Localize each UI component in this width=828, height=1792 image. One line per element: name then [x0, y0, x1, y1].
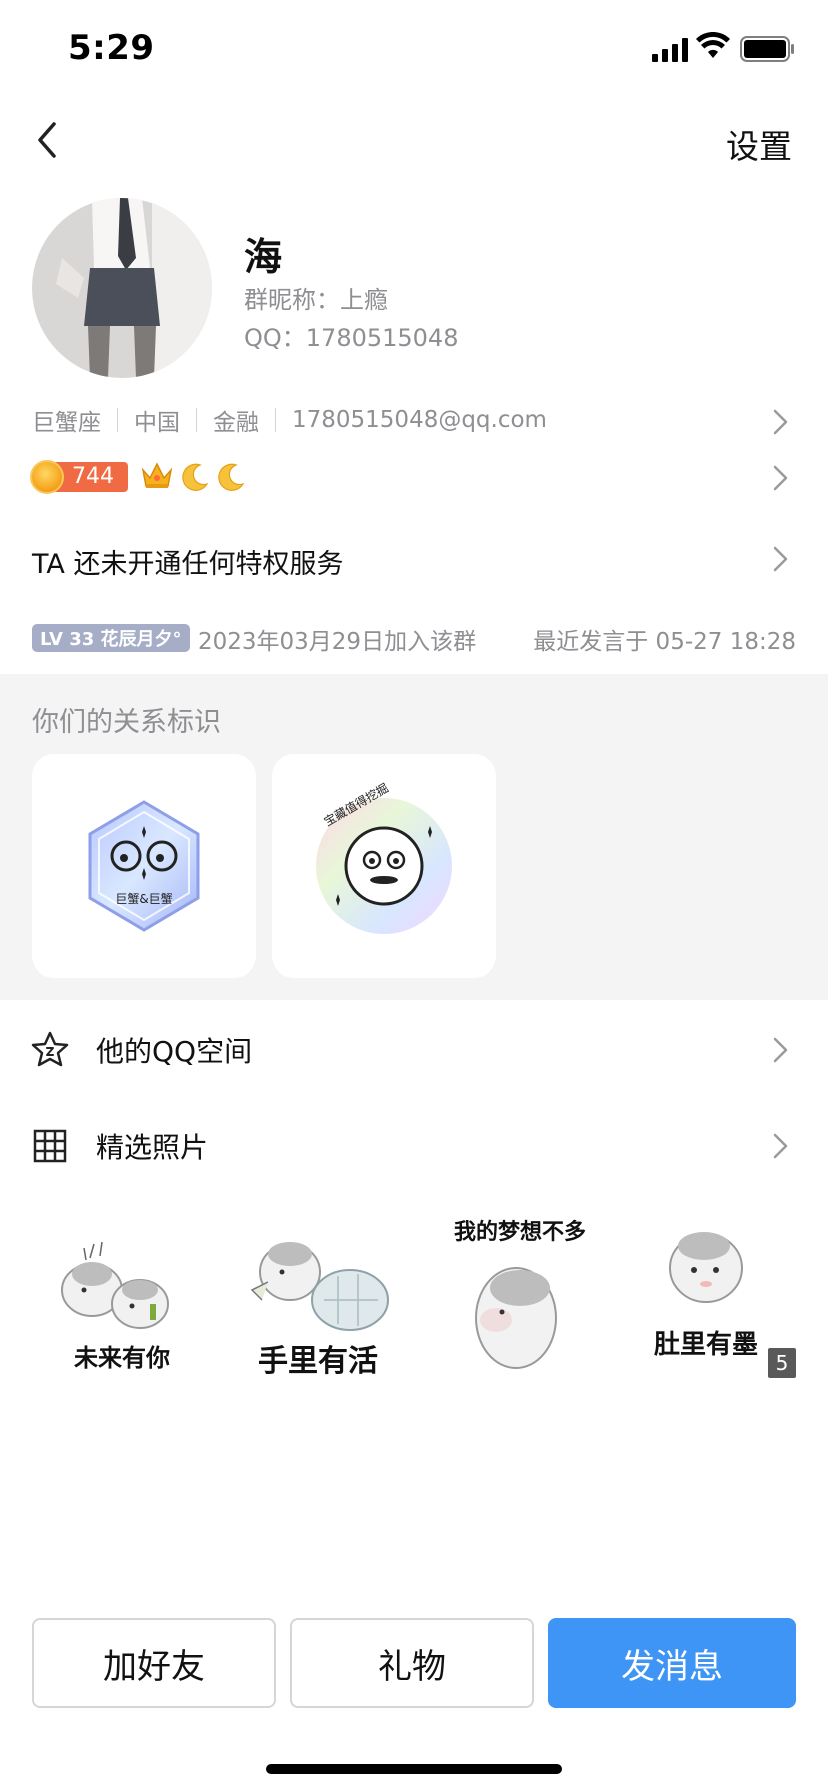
divider: [275, 408, 276, 432]
coin-value: 744: [72, 464, 114, 489]
photo-caption: 我的梦想不多: [453, 1220, 586, 1245]
group-nickname: 群昵称：上瘾: [244, 286, 388, 314]
join-date: 2023年03月29日加入该群: [198, 629, 477, 655]
wifi-icon: [696, 32, 730, 58]
home-indicator: [266, 1764, 562, 1774]
bottom-action-bar: 加好友 礼物 发消息: [32, 1618, 796, 1708]
photos-label: 精选照片: [96, 1131, 209, 1164]
back-icon[interactable]: [30, 118, 64, 162]
coin-icon: [30, 460, 64, 494]
qq-number: QQ：1780515048: [244, 324, 459, 352]
chevron-right-icon: [773, 1133, 788, 1159]
relation-card-label: 巨蟹&巨蟹: [115, 892, 173, 906]
level-row: LV 33 花辰月夕° 2023年03月29日加入该群 最近发言于 05-27 …: [32, 622, 796, 656]
email-label: 1780515048@qq.com: [292, 407, 547, 433]
zodiac-label: 巨蟹座: [32, 410, 101, 436]
last-speak: 最近发言于 05-27 18:28: [533, 629, 796, 655]
qzone-label: 他的QQ空间: [96, 1035, 253, 1068]
crown-icon: [141, 462, 173, 488]
chevron-right-icon: [773, 465, 788, 491]
divider: [117, 408, 118, 432]
industry-label: 金融: [213, 410, 259, 436]
status-bar: 5:29: [0, 0, 828, 100]
photo-thumbnail[interactable]: 我的梦想不多: [430, 1200, 610, 1380]
badge-row[interactable]: 744: [30, 458, 796, 498]
zodiac-emblem-icon: [88, 800, 200, 932]
moon-icon: [182, 463, 209, 491]
relation-card-treasure[interactable]: 宝藏值得挖掘: [272, 754, 496, 978]
avatar[interactable]: [32, 198, 212, 378]
photo-count-badge: 5: [768, 1348, 796, 1378]
relation-card-cancer[interactable]: 巨蟹&巨蟹: [32, 754, 256, 978]
relation-section: 你们的关系标识 巨蟹&巨蟹 宝藏值得挖掘: [0, 674, 828, 1000]
photos-row[interactable]: 精选照片: [0, 1106, 828, 1186]
chevron-right-icon: [773, 1037, 788, 1063]
settings-button[interactable]: 设置: [726, 120, 792, 168]
photo-caption: 手里有活: [258, 1344, 378, 1379]
privilege-text[interactable]: TA 还未开通任何特权服务: [32, 542, 343, 581]
info-row[interactable]: 巨蟹座 中国 金融 1780515048@qq.com: [32, 400, 796, 440]
chevron-right-icon: [773, 546, 788, 572]
divider: [196, 408, 197, 432]
grid-icon: [33, 1129, 67, 1163]
qzone-row[interactable]: 他的QQ空间: [0, 1010, 828, 1090]
battery-icon: [740, 36, 794, 62]
gift-button[interactable]: 礼物: [290, 1618, 534, 1708]
signal-icon: [652, 38, 688, 62]
relation-title: 你们的关系标识: [32, 707, 221, 738]
star-icon: [31, 1031, 69, 1067]
photo-caption: 未来有你: [74, 1344, 170, 1372]
photo-thumbnail[interactable]: 手里有活: [228, 1200, 408, 1380]
nav-bar: 设置: [0, 110, 828, 170]
send-message-button[interactable]: 发消息: [548, 1618, 796, 1708]
coin-badge: 744: [30, 460, 128, 494]
profile-name: 海: [244, 235, 283, 279]
country-label: 中国: [134, 410, 180, 436]
chevron-right-icon: [773, 409, 788, 435]
moon-icon: [218, 463, 245, 491]
photo-thumbnail[interactable]: 未来有你: [32, 1200, 212, 1380]
status-time: 5:29: [68, 28, 155, 68]
level-badge: LV 33 花辰月夕°: [32, 624, 190, 652]
photo-strip: 未来有你 手里有活 我的梦想不多 肚里有墨 5: [32, 1200, 796, 1390]
add-friend-button[interactable]: 加好友: [32, 1618, 276, 1708]
